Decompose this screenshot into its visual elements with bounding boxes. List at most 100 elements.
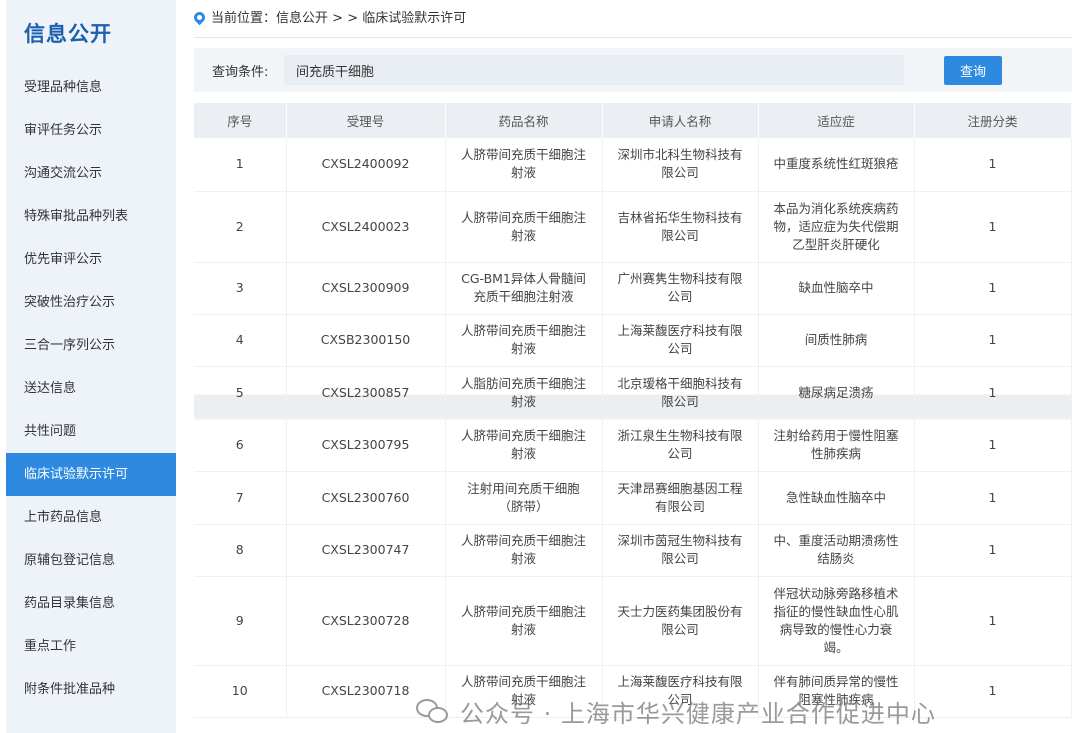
cell-acceptance-no: CXSL2300795: [286, 419, 446, 472]
table-row[interactable]: 9 CXSL2300728 人脐带间充质干细胞注射液 天士力医药集团股份有限公司…: [194, 576, 1072, 666]
cell-registration-class: 1: [914, 191, 1072, 263]
sidebar-item-conditional-approval[interactable]: 附条件批准品种: [6, 668, 176, 711]
cell-drug-name: CG-BM1异体人骨髓间充质干细胞注射液: [445, 262, 603, 315]
table-row[interactable]: 2 CXSL2400023 人脐带间充质干细胞注射液 吉林省拓华生物科技有限公司…: [194, 191, 1072, 263]
cell-index: 8: [194, 524, 287, 577]
table-row[interactable]: 3 CXSL2300909 CG-BM1异体人骨髓间充质干细胞注射液 广州赛隽生…: [194, 262, 1072, 315]
sidebar-item-delivery-info[interactable]: 送达信息: [6, 367, 176, 410]
breadcrumb: 当前位置： 信息公开 > > 临床试验默示许可: [191, 0, 1072, 39]
cell-index: 1: [194, 138, 287, 192]
cell-applicant: 北京瑷格干细胞科技有限公司: [602, 366, 759, 420]
cell-index: 3: [194, 262, 287, 315]
cell-registration-class: 1: [914, 366, 1072, 420]
table-row[interactable]: 5 CXSL2300857 人脂肪间充质干细胞注射液 北京瑷格干细胞科技有限公司…: [194, 366, 1072, 420]
cell-index: 4: [194, 314, 287, 367]
sidebar-item-communication[interactable]: 沟通交流公示: [6, 152, 176, 195]
cell-registration-class: 1: [914, 665, 1072, 718]
cell-indication: 中、重度活动期溃疡性结肠炎: [758, 524, 915, 577]
column-header-index: 序号: [194, 103, 287, 138]
page: 信息公开 受理品种信息 审评任务公示 沟通交流公示 特殊审批品种列表 优先审评公…: [0, 0, 1080, 733]
cell-index: 6: [194, 419, 287, 472]
cell-drug-name: 人脐带间充质干细胞注射液: [445, 138, 603, 192]
wechat-icon: [416, 697, 450, 727]
cell-acceptance-no: CXSL2300857: [286, 366, 446, 420]
cell-drug-name: 人脂肪间充质干细胞注射液: [445, 366, 603, 420]
sidebar-item-breakthrough-therapy[interactable]: 突破性治疗公示: [6, 281, 176, 324]
cell-index: 9: [194, 576, 287, 666]
query-button[interactable]: 查询: [944, 55, 1002, 85]
cell-drug-name: 人脐带间充质干细胞注射液: [445, 576, 603, 666]
cell-applicant: 天士力医药集团股份有限公司: [602, 576, 759, 666]
sidebar-item-drug-catalog[interactable]: 药品目录集信息: [6, 582, 176, 625]
sidebar-list: 受理品种信息 审评任务公示 沟通交流公示 特殊审批品种列表 优先审评公示 突破性…: [6, 66, 176, 711]
cell-acceptance-no: CXSL2300909: [286, 262, 446, 315]
cell-index: 10: [194, 665, 287, 718]
cell-drug-name: 人脐带间充质干细胞注射液: [445, 191, 603, 263]
sidebar-item-review-tasks[interactable]: 审评任务公示: [6, 109, 176, 152]
cell-index: 5: [194, 366, 287, 420]
table-row[interactable]: 7 CXSL2300760 注射用间充质干细胞（脐带） 天津昂赛细胞基因工程有限…: [194, 471, 1072, 525]
column-header-indication: 适应症: [758, 103, 915, 138]
cell-acceptance-no: CXSL2300728: [286, 576, 446, 666]
sidebar-item-priority-review[interactable]: 优先审评公示: [6, 238, 176, 281]
column-header-acceptance-no: 受理号: [286, 103, 446, 138]
sidebar-title: 信息公开: [24, 22, 112, 46]
sidebar-item-three-in-one[interactable]: 三合一序列公示: [6, 324, 176, 367]
sidebar-item-special-approval[interactable]: 特殊审批品种列表: [6, 195, 176, 238]
cell-indication: 中重度系统性红斑狼疮: [758, 138, 915, 192]
sidebar: 信息公开 受理品种信息 审评任务公示 沟通交流公示 特殊审批品种列表 优先审评公…: [6, 0, 176, 733]
cell-indication: 间质性肺病: [758, 314, 915, 367]
results-table: 序号 受理号 药品名称 申请人名称 适应症 注册分类 1 CXSL2400092…: [194, 103, 1072, 718]
column-header-applicant: 申请人名称: [602, 103, 759, 138]
watermark-text: 公众号 · 上海市华兴健康产业合作促进中心: [460, 700, 936, 728]
location-pin-icon: [191, 9, 208, 26]
cell-indication: 伴冠状动脉旁路移植术指征的慢性缺血性心肌病导致的慢性心力衰竭。: [758, 576, 915, 666]
sidebar-item-marketed-drugs[interactable]: 上市药品信息: [6, 496, 176, 539]
watermark: 公众号 · 上海市华兴健康产业合作促进中心: [416, 694, 936, 729]
cell-index: 2: [194, 191, 287, 263]
sidebar-item-accepted-varieties[interactable]: 受理品种信息: [6, 66, 176, 109]
cell-acceptance-no: CXSL2300747: [286, 524, 446, 577]
cell-acceptance-no: CXSL2300760: [286, 471, 446, 525]
table-row[interactable]: 1 CXSL2400092 人脐带间充质干细胞注射液 深圳市北科生物科技有限公司…: [194, 138, 1072, 192]
cell-indication: 本品为消化系统疾病药物，适应症为失代偿期乙型肝炎肝硬化: [758, 191, 915, 263]
cell-registration-class: 1: [914, 524, 1072, 577]
cell-registration-class: 1: [914, 138, 1072, 192]
cell-registration-class: 1: [914, 314, 1072, 367]
cell-drug-name: 人脐带间充质干细胞注射液: [445, 419, 603, 472]
cell-indication: 急性缺血性脑卒中: [758, 471, 915, 525]
table-row[interactable]: 8 CXSL2300747 人脐带间充质干细胞注射液 深圳市茵冠生物科技有限公司…: [194, 524, 1072, 577]
main-content: 当前位置： 信息公开 > > 临床试验默示许可 查询条件: 查询 序号 受理号 …: [191, 0, 1072, 718]
cell-index: 7: [194, 471, 287, 525]
column-header-registration-class: 注册分类: [914, 103, 1072, 138]
cell-indication: 糖尿病足溃疡: [758, 366, 915, 420]
cell-indication: 缺血性脑卒中: [758, 262, 915, 315]
cell-drug-name: 人脐带间充质干细胞注射液: [445, 314, 603, 367]
cell-indication: 注射给药用于慢性阻塞性肺疾病: [758, 419, 915, 472]
cell-applicant: 深圳市北科生物科技有限公司: [602, 138, 759, 192]
sidebar-item-common-issues[interactable]: 共性问题: [6, 410, 176, 453]
sidebar-item-clinical-trial-permit[interactable]: 临床试验默示许可: [6, 453, 176, 496]
cell-applicant: 吉林省拓华生物科技有限公司: [602, 191, 759, 263]
breadcrumb-current: 临床试验默示许可: [362, 10, 467, 26]
sidebar-item-key-work[interactable]: 重点工作: [6, 625, 176, 668]
cell-acceptance-no: CXSB2300150: [286, 314, 446, 367]
query-label: 查询条件:: [212, 64, 269, 80]
sidebar-item-api-registration[interactable]: 原辅包登记信息: [6, 539, 176, 582]
cell-registration-class: 1: [914, 471, 1072, 525]
breadcrumb-prefix: 当前位置：: [211, 10, 277, 26]
cell-registration-class: 1: [914, 419, 1072, 472]
query-bar: 查询条件: 查询: [194, 48, 1072, 92]
breadcrumb-link-info-public[interactable]: 信息公开: [276, 0, 328, 39]
cell-acceptance-no: CXSL2400023: [286, 191, 446, 263]
cell-applicant: 广州赛隽生物科技有限公司: [602, 262, 759, 315]
table-row[interactable]: 4 CXSB2300150 人脐带间充质干细胞注射液 上海莱馥医疗科技有限公司 …: [194, 314, 1072, 367]
query-input[interactable]: [284, 55, 904, 85]
table-header-row: 序号 受理号 药品名称 申请人名称 适应症 注册分类: [194, 103, 1072, 138]
cell-applicant: 上海莱馥医疗科技有限公司: [602, 314, 759, 367]
cell-applicant: 浙江泉生生物科技有限公司: [602, 419, 759, 472]
table-row[interactable]: 6 CXSL2300795 人脐带间充质干细胞注射液 浙江泉生生物科技有限公司 …: [194, 419, 1072, 472]
cell-applicant: 天津昂赛细胞基因工程有限公司: [602, 471, 759, 525]
cell-acceptance-no: CXSL2400092: [286, 138, 446, 192]
cell-registration-class: 1: [914, 576, 1072, 666]
